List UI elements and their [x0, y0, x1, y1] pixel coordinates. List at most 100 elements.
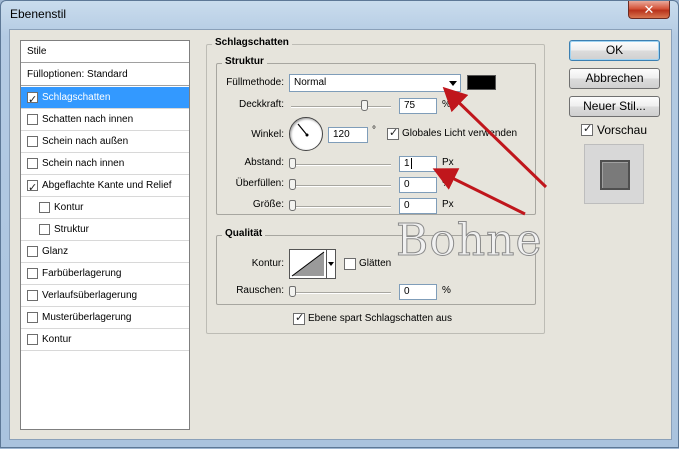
window-title: Ebenenstil	[10, 7, 67, 21]
style-list-item-label: Musterüberlagerung	[42, 312, 132, 323]
style-list-header[interactable]: Stile	[21, 41, 189, 63]
style-list-item-schatten-nach-innen[interactable]: Schatten nach innen	[21, 109, 189, 131]
shadow-color-swatch[interactable]	[467, 75, 496, 90]
opacity-slider-track[interactable]	[291, 106, 391, 108]
title-bar[interactable]: Ebenenstil ✕	[1, 1, 678, 29]
preview-square	[600, 160, 630, 190]
style-enable-checkbox[interactable]	[39, 202, 50, 213]
distance-label: Abstand:	[244, 157, 284, 168]
distance-unit: Px	[442, 157, 454, 168]
style-list-item-label: Schein nach innen	[42, 158, 125, 169]
contour-picker[interactable]	[289, 249, 327, 279]
style-enable-checkbox[interactable]	[27, 246, 38, 257]
spread-slider-thumb[interactable]	[289, 179, 296, 190]
style-enable-checkbox[interactable]	[27, 312, 38, 323]
opacity-slider-thumb[interactable]	[361, 100, 368, 111]
distance-value: 1	[404, 158, 410, 169]
distance-slider-thumb[interactable]	[289, 158, 296, 169]
close-icon: ✕	[643, 2, 655, 17]
style-list-item-schlagschatten[interactable]: Schlagschatten	[21, 87, 189, 111]
size-input[interactable]: 0	[399, 198, 437, 214]
blend-mode-value: Normal	[294, 77, 327, 88]
use-global-light-label: Globales Licht verwenden	[402, 128, 518, 139]
preview-checkbox[interactable]	[581, 122, 593, 136]
noise-slider-thumb[interactable]	[289, 286, 296, 297]
style-enable-checkbox[interactable]	[27, 158, 38, 169]
distance-slider-track[interactable]	[291, 164, 391, 166]
style-list-item-verlaufsüberlagerung[interactable]: Verlaufsüberlagerung	[21, 285, 189, 307]
size-slider-track[interactable]	[291, 206, 391, 208]
spread-slider-track[interactable]	[291, 185, 391, 187]
close-button[interactable]: ✕	[628, 1, 670, 19]
layer-style-dialog: Ebenenstil ✕ Stile Fülloptionen: Standar…	[0, 0, 679, 448]
layer-knocks-out-label: Ebene spart Schlagschatten aus	[308, 313, 452, 324]
style-list: Stile Fülloptionen: Standard Schlagschat…	[20, 40, 190, 430]
style-enable-checkbox[interactable]	[39, 224, 50, 235]
spread-label: Überfüllen:	[235, 178, 284, 189]
noise-slider-track[interactable]	[291, 292, 391, 294]
style-list-item-label: Fülloptionen: Standard	[27, 69, 128, 80]
distance-input[interactable]: 1	[399, 156, 437, 172]
style-enable-checkbox[interactable]	[27, 178, 38, 199]
style-enable-checkbox[interactable]	[27, 90, 38, 111]
style-list-item-label: Abgeflachte Kante und Relief	[42, 180, 172, 191]
style-list-item-kontur[interactable]: Kontur	[21, 197, 189, 219]
style-list-item-kontur[interactable]: Kontur	[21, 329, 189, 351]
style-list-item-label: Farbüberlagerung	[42, 268, 122, 279]
style-enable-checkbox[interactable]	[27, 334, 38, 345]
style-list-item-label: Schein nach außen	[42, 136, 129, 147]
angle-input[interactable]: 120	[328, 127, 368, 143]
angle-dial-needle	[297, 123, 309, 137]
spread-unit: %	[442, 178, 451, 189]
style-list-item-label: Glanz	[42, 246, 69, 257]
style-list-item-blending-options[interactable]: Fülloptionen: Standard	[21, 64, 189, 86]
contour-dropdown[interactable]	[327, 249, 336, 279]
ok-button[interactable]: OK	[569, 40, 660, 61]
noise-input[interactable]: 0	[399, 284, 437, 300]
noise-unit: %	[442, 285, 451, 296]
anti-alias-label: Glätten	[359, 258, 392, 269]
style-enable-checkbox[interactable]	[27, 290, 38, 301]
drop-shadow-group-title: Schlagschatten	[212, 37, 292, 48]
text-cursor	[410, 157, 412, 169]
size-slider-thumb[interactable]	[289, 200, 296, 211]
style-list-item-schein-nach-innen[interactable]: Schein nach innen	[21, 153, 189, 175]
style-list-item-musterüberlagerung[interactable]: Musterüberlagerung	[21, 307, 189, 329]
opacity-label: Deckkraft:	[238, 99, 284, 110]
preview-label: Vorschau	[597, 123, 648, 137]
size-unit: Px	[442, 199, 454, 210]
anti-alias-checkbox[interactable]	[344, 258, 356, 270]
style-enable-checkbox[interactable]	[27, 136, 38, 147]
size-label: Größe:	[252, 199, 284, 210]
style-list-item-label: Kontur	[54, 202, 84, 213]
spread-input[interactable]: 0	[399, 177, 437, 193]
cancel-button[interactable]: Abbrechen	[569, 68, 660, 89]
style-list-item-label: Verlaufsüberlagerung	[42, 290, 138, 301]
dialog-client-area: Stile Fülloptionen: Standard Schlagschat…	[9, 29, 672, 440]
chevron-down-icon	[328, 262, 334, 266]
layer-knocks-out-checkbox[interactable]	[293, 311, 305, 325]
style-preview-thumbnail	[584, 144, 644, 204]
blend-mode-select[interactable]: Normal	[289, 74, 461, 92]
style-list-item-label: Schatten nach innen	[42, 114, 134, 125]
use-global-light-checkbox[interactable]	[387, 126, 399, 140]
style-enable-checkbox[interactable]	[27, 268, 38, 279]
angle-dial[interactable]	[289, 117, 323, 151]
style-list-item-label: Kontur	[42, 334, 72, 345]
style-list-item-label: Struktur	[54, 224, 90, 235]
style-enable-checkbox[interactable]	[27, 114, 38, 125]
style-list-item-glanz[interactable]: Glanz	[21, 241, 189, 263]
new-style-button[interactable]: Neuer Stil...	[569, 96, 660, 117]
watermark-text: Bohne	[396, 215, 543, 267]
style-list-item-struktur[interactable]: Struktur	[21, 219, 189, 241]
contour-label: Kontur:	[251, 258, 284, 269]
style-list-item-farbüberlagerung[interactable]: Farbüberlagerung	[21, 263, 189, 285]
style-list-item-schein-nach-außen[interactable]: Schein nach außen	[21, 131, 189, 153]
angle-label: Winkel:	[251, 129, 284, 140]
style-list-item-label: Schlagschatten	[42, 92, 111, 103]
angle-unit: °	[372, 125, 376, 136]
opacity-input[interactable]: 75	[399, 98, 437, 114]
quality-group-title: Qualität	[222, 228, 266, 239]
blend-mode-label: Füllmethode:	[226, 77, 284, 88]
style-list-item-abgeflachte-kante-und-relief[interactable]: Abgeflachte Kante und Relief	[21, 175, 189, 199]
